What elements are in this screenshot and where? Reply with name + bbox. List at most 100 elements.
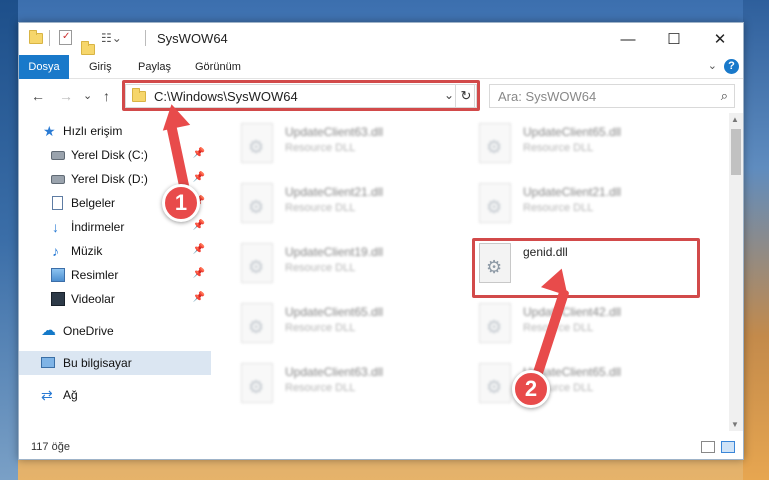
file-type: Resource DLL <box>285 202 356 214</box>
forward-button[interactable]: → <box>59 88 73 104</box>
pin-icon[interactable]: 📌 <box>193 244 205 255</box>
title-divider <box>145 30 146 46</box>
file-type: Resource DLL <box>285 262 356 274</box>
sidebar-item-label: Hızlı erişim <box>63 124 123 138</box>
recent-locations-button[interactable]: ⌄ <box>83 89 92 102</box>
scroll-up-icon[interactable]: ▲ <box>731 115 739 124</box>
pin-icon[interactable]: 📌 <box>193 268 205 279</box>
dll-file-icon: ⚙ <box>241 303 273 343</box>
disk-icon <box>51 151 65 160</box>
gear-icon: ⚙ <box>248 197 265 217</box>
dll-file-icon: ⚙ <box>479 123 511 163</box>
gear-icon: ⚙ <box>248 257 265 277</box>
pin-icon[interactable]: 📌 <box>193 148 205 159</box>
gear-icon: ⚙ <box>486 317 503 337</box>
sidebar-item-label: Yerel Disk (D:) <box>71 172 148 186</box>
desktop-background-right <box>743 0 769 480</box>
file-type: Resource DLL <box>285 142 356 154</box>
search-icon[interactable]: ⌕ <box>721 88 728 104</box>
disk-icon <box>51 175 65 184</box>
status-bar: 117 öğe <box>19 435 743 459</box>
cloud-icon: ☁ <box>41 322 56 339</box>
file-name: UpdateClient19.dll <box>285 245 384 259</box>
pin-icon[interactable]: 📌 <box>193 172 205 183</box>
ribbon-expand-icon[interactable]: ⌄ <box>708 59 717 72</box>
dll-file-icon: ⚙ <box>241 123 273 163</box>
step-2-badge: 2 <box>512 370 550 408</box>
file-item[interactable]: ⚙ UpdateClient19.dll Resource DLL <box>213 235 443 291</box>
pin-icon[interactable]: 📌 <box>193 292 205 303</box>
dll-file-icon: ⚙ <box>241 183 273 223</box>
toolbar-divider <box>49 30 50 46</box>
new-folder-icon[interactable] <box>81 41 95 55</box>
sidebar-item-label: OneDrive <box>63 324 114 338</box>
file-name: UpdateClient63.dll <box>285 365 384 379</box>
document-icon <box>52 196 63 210</box>
gear-icon: ⚙ <box>248 317 265 337</box>
sidebar-item-label: Müzik <box>71 244 103 258</box>
minimize-button[interactable]: — <box>605 23 651 55</box>
file-item[interactable]: ⚙ UpdateClient65.dll Resource DLL <box>213 295 443 351</box>
sidebar-item-network[interactable]: ⇄ Ağ <box>19 383 211 407</box>
help-icon[interactable]: ? <box>724 59 739 74</box>
network-icon: ⇄ <box>41 387 53 403</box>
pin-icon[interactable]: 📌 <box>193 220 205 231</box>
gear-icon: ⚙ <box>486 377 503 397</box>
step-1-badge: 1 <box>162 184 200 222</box>
file-type: Resource DLL <box>285 322 356 334</box>
back-button[interactable]: ← <box>31 88 45 104</box>
tab-share[interactable]: Paylaş <box>138 55 171 79</box>
sidebar-item-onedrive[interactable]: ☁ OneDrive <box>19 319 211 343</box>
qat-customize-icon[interactable]: ☷⌄ <box>101 31 122 47</box>
sidebar-item-label: Videolar <box>71 292 115 306</box>
search-box[interactable]: Ara: SysWOW64 ⌕ <box>489 84 735 108</box>
file-name: UpdateClient65.dll <box>523 125 622 139</box>
scrollbar-thumb[interactable] <box>731 129 741 175</box>
file-type: Resource DLL <box>523 202 594 214</box>
maximize-button[interactable]: ☐ <box>651 23 697 55</box>
sidebar-item-label: Ağ <box>63 388 78 402</box>
tab-file[interactable]: Dosya <box>19 55 69 79</box>
title-bar: ✓ ☷⌄ SysWOW64 — ☐ ✕ <box>19 23 743 55</box>
file-item[interactable]: ⚙ UpdateClient21.dll Resource DLL <box>213 175 443 231</box>
file-item[interactable]: ⚙ UpdateClient65.dll Resource DLL <box>451 115 681 171</box>
ribbon-tabs: Dosya Giriş Paylaş Görünüm ⌄ ? <box>19 55 743 79</box>
tab-view[interactable]: Görünüm <box>195 55 241 79</box>
folder-icon <box>29 30 43 44</box>
file-item[interactable]: ⚙ UpdateClient65.dll Resource DLL <box>451 355 681 411</box>
item-count: 117 öğe <box>31 441 70 453</box>
details-view-icon[interactable] <box>701 441 715 453</box>
file-highlight-box <box>472 238 700 298</box>
file-item[interactable]: ⚙ UpdateClient63.dll Resource DLL <box>213 115 443 171</box>
sidebar-item-videos[interactable]: Videolar 📌 <box>19 287 211 311</box>
up-button[interactable]: ↑ <box>103 88 110 104</box>
download-icon: ↓ <box>52 219 59 235</box>
sidebar-item-label: İndirmeler <box>71 220 125 234</box>
navigation-bar: ← → ⌄ ↑ C:\Windows\SysWOW64 ⌄ ↻ Ara: Sys… <box>19 80 743 112</box>
tab-home[interactable]: Giriş <box>89 55 112 79</box>
sidebar-item-label: Belgeler <box>71 196 116 210</box>
scroll-down-icon[interactable]: ▼ <box>731 420 739 429</box>
file-type: Resource DLL <box>285 382 356 394</box>
file-item[interactable]: ⚙ UpdateClient21.dll Resource DLL <box>451 175 681 231</box>
gear-icon: ⚙ <box>486 137 503 157</box>
tiles-view-icon[interactable] <box>721 441 735 453</box>
vertical-scrollbar[interactable]: ▲ ▼ <box>729 113 743 431</box>
sidebar-item-label: Resimler <box>71 268 119 282</box>
sidebar-item-music[interactable]: ♪ Müzik 📌 <box>19 239 211 263</box>
dll-file-icon: ⚙ <box>479 183 511 223</box>
picture-icon <box>51 268 65 282</box>
properties-icon[interactable]: ✓ <box>59 30 72 45</box>
close-button[interactable]: ✕ <box>697 23 743 55</box>
dll-file-icon: ⚙ <box>241 363 273 403</box>
file-item[interactable]: ⚙ UpdateClient63.dll Resource DLL <box>213 355 443 411</box>
sidebar-item-label: Yerel Disk (C:) <box>71 148 148 162</box>
sidebar-item-pictures[interactable]: Resimler 📌 <box>19 263 211 287</box>
file-type: Resource DLL <box>523 142 594 154</box>
sidebar-item-this-pc[interactable]: Bu bilgisayar <box>19 351 211 375</box>
file-item[interactable]: ⚙ UpdateClient42.dll Resource DLL <box>451 295 681 351</box>
computer-icon <box>41 357 55 368</box>
file-name: UpdateClient21.dll <box>285 185 384 199</box>
dll-file-icon: ⚙ <box>479 363 511 403</box>
file-name: UpdateClient21.dll <box>523 185 622 199</box>
